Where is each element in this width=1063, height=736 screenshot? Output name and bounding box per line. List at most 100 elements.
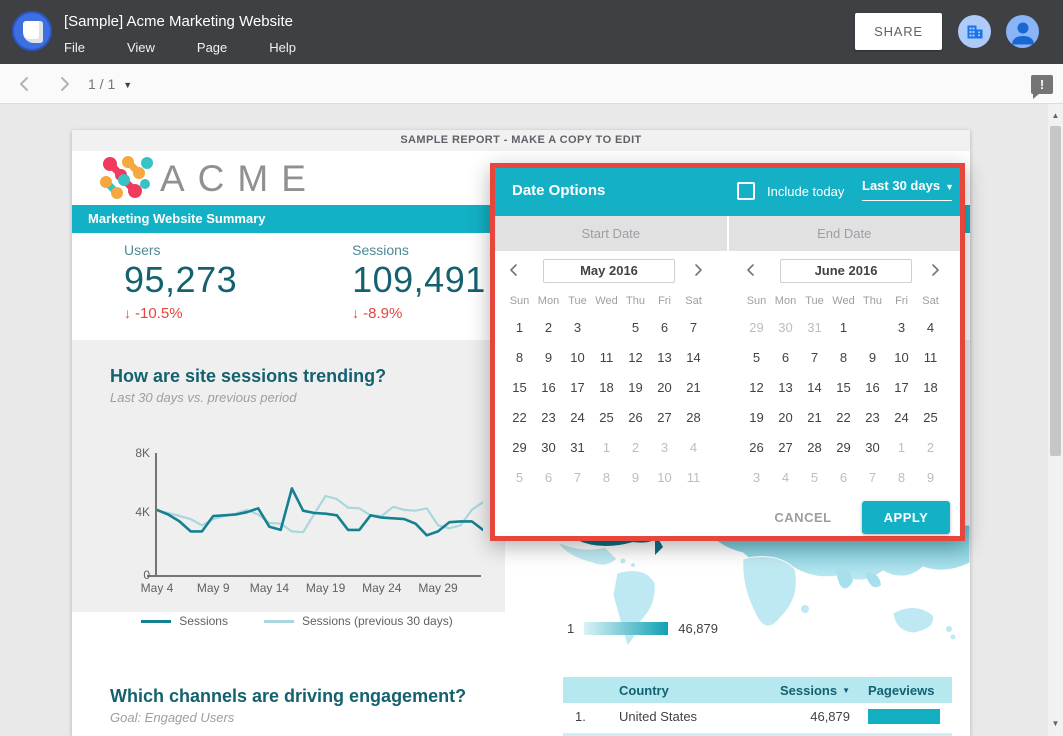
- apply-button[interactable]: APPLY: [862, 501, 950, 534]
- calendar-day[interactable]: 12: [621, 343, 650, 373]
- calendar-day[interactable]: 16: [858, 373, 887, 403]
- calendar-day[interactable]: 19: [742, 403, 771, 433]
- calendar-day[interactable]: 1: [505, 313, 534, 343]
- calendar-day[interactable]: 24: [563, 403, 592, 433]
- calendar-day[interactable]: 30: [858, 433, 887, 463]
- calendar-day[interactable]: 2: [916, 433, 945, 463]
- month-selector[interactable]: June 2016: [780, 259, 912, 283]
- calendar-day[interactable]: 18: [592, 373, 621, 403]
- calendar-day[interactable]: 5: [505, 463, 534, 493]
- header-country[interactable]: Country: [597, 683, 744, 698]
- date-preset-dropdown[interactable]: Last 30 days ▼: [862, 178, 952, 201]
- calendar-day[interactable]: 4: [916, 313, 945, 343]
- previous-page-icon[interactable]: [16, 75, 34, 93]
- calendar-day[interactable]: 23: [534, 403, 563, 433]
- calendar-day[interactable]: 21: [679, 373, 708, 403]
- next-month-icon[interactable]: [926, 261, 944, 279]
- calendar-day[interactable]: 12: [742, 373, 771, 403]
- calendar-day[interactable]: 7: [858, 463, 887, 493]
- calendar-day[interactable]: 8: [829, 343, 858, 373]
- calendar-day[interactable]: 25: [916, 403, 945, 433]
- calendar-day[interactable]: 6: [650, 313, 679, 343]
- calendar-day[interactable]: 6: [829, 463, 858, 493]
- calendar-day[interactable]: 22: [505, 403, 534, 433]
- calendar-day[interactable]: 29: [829, 433, 858, 463]
- calendar-day[interactable]: 19: [621, 373, 650, 403]
- calendar-day[interactable]: 2: [621, 433, 650, 463]
- calendar-day[interactable]: 11: [679, 463, 708, 493]
- scrollbar-thumb[interactable]: [1050, 126, 1061, 456]
- next-month-icon[interactable]: [689, 261, 707, 279]
- calendar-day[interactable]: 17: [563, 373, 592, 403]
- calendar-day[interactable]: 3: [650, 433, 679, 463]
- calendar-day[interactable]: 8: [505, 343, 534, 373]
- selected-day[interactable]: 2: [858, 313, 887, 343]
- calendar-day[interactable]: 5: [621, 313, 650, 343]
- scroll-up-icon[interactable]: ▲: [1048, 108, 1063, 124]
- calendar-day[interactable]: 6: [534, 463, 563, 493]
- user-avatar[interactable]: [1006, 15, 1039, 48]
- calendar-day[interactable]: 1: [829, 313, 858, 343]
- calendar-day[interactable]: 29: [505, 433, 534, 463]
- calendar-day[interactable]: 26: [621, 403, 650, 433]
- calendar-day[interactable]: 9: [534, 343, 563, 373]
- calendar-day[interactable]: 21: [800, 403, 829, 433]
- cancel-button[interactable]: CANCEL: [763, 502, 843, 533]
- calendar-day[interactable]: 23: [858, 403, 887, 433]
- scroll-down-icon[interactable]: ▼: [1048, 716, 1063, 732]
- calendar-day[interactable]: 8: [592, 463, 621, 493]
- calendar-day[interactable]: 11: [916, 343, 945, 373]
- calendar-day[interactable]: 3: [742, 463, 771, 493]
- calendar-day[interactable]: 5: [800, 463, 829, 493]
- calendar-day[interactable]: 28: [679, 403, 708, 433]
- calendar-day[interactable]: 7: [800, 343, 829, 373]
- calendar-day[interactable]: 3: [563, 313, 592, 343]
- calendar-day[interactable]: 14: [679, 343, 708, 373]
- header-pageviews[interactable]: Pageviews: [860, 683, 952, 698]
- calendar-day[interactable]: 7: [679, 313, 708, 343]
- calendar-day[interactable]: 9: [916, 463, 945, 493]
- calendar-day[interactable]: 27: [650, 403, 679, 433]
- share-button[interactable]: SHARE: [855, 13, 942, 50]
- tab-end-date[interactable]: End Date: [729, 216, 961, 251]
- calendar-day[interactable]: 3: [887, 313, 916, 343]
- prev-month-icon[interactable]: [742, 261, 760, 279]
- calendar-day[interactable]: 29: [742, 313, 771, 343]
- page-indicator[interactable]: 1 / 1▼: [88, 76, 132, 92]
- calendar-day[interactable]: 15: [505, 373, 534, 403]
- calendar-day[interactable]: 2: [534, 313, 563, 343]
- calendar-day[interactable]: 22: [829, 403, 858, 433]
- geo-map[interactable]: [505, 525, 970, 660]
- calendar-day[interactable]: 6: [771, 343, 800, 373]
- tab-start-date[interactable]: Start Date: [495, 216, 727, 251]
- calendar-day[interactable]: 31: [800, 313, 829, 343]
- calendar-day[interactable]: 31: [563, 433, 592, 463]
- calendar-day[interactable]: 10: [650, 463, 679, 493]
- include-today-checkbox[interactable]: [737, 182, 755, 200]
- calendar-day[interactable]: 17: [887, 373, 916, 403]
- menu-file[interactable]: File: [64, 40, 85, 55]
- sort-caret-icon[interactable]: ▼: [842, 686, 850, 695]
- organization-avatar[interactable]: [958, 15, 991, 48]
- calendar-day[interactable]: 13: [650, 343, 679, 373]
- calendar-day[interactable]: 26: [742, 433, 771, 463]
- prev-month-icon[interactable]: [505, 261, 523, 279]
- calendar-day[interactable]: 20: [650, 373, 679, 403]
- calendar-day[interactable]: 13: [771, 373, 800, 403]
- calendar-day[interactable]: 30: [534, 433, 563, 463]
- header-sessions[interactable]: Sessions▼: [744, 683, 860, 698]
- calendar-day[interactable]: 25: [592, 403, 621, 433]
- calendar-day[interactable]: 10: [563, 343, 592, 373]
- month-selector[interactable]: May 2016: [543, 259, 675, 283]
- calendar-day[interactable]: 5: [742, 343, 771, 373]
- calendar-day[interactable]: 11: [592, 343, 621, 373]
- calendar-day[interactable]: 10: [887, 343, 916, 373]
- menu-view[interactable]: View: [127, 40, 155, 55]
- calendar-day[interactable]: 7: [563, 463, 592, 493]
- next-page-icon[interactable]: [55, 75, 73, 93]
- calendar-day[interactable]: 9: [621, 463, 650, 493]
- calendar-day[interactable]: 18: [916, 373, 945, 403]
- calendar-day[interactable]: 28: [800, 433, 829, 463]
- menu-page[interactable]: Page: [197, 40, 227, 55]
- vertical-scrollbar[interactable]: ▲ ▼: [1048, 104, 1063, 736]
